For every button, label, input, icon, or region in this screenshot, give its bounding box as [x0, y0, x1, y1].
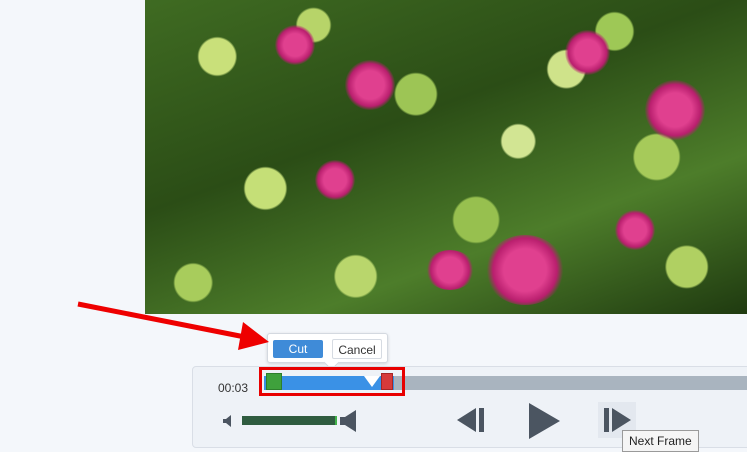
current-time: 00:03 — [218, 381, 249, 395]
video-flower — [345, 60, 395, 110]
previous-frame-icon[interactable] — [457, 408, 485, 432]
video-flower — [645, 80, 705, 140]
next-frame-icon — [604, 408, 631, 432]
volume-slider[interactable] — [242, 416, 337, 425]
video-flower — [615, 210, 655, 250]
speaker-high-icon[interactable] — [340, 410, 358, 432]
cut-button[interactable]: Cut — [273, 340, 323, 358]
cancel-button[interactable]: Cancel — [332, 339, 382, 359]
speaker-low-icon[interactable] — [223, 414, 235, 428]
video-flower — [425, 250, 475, 290]
video-flower — [565, 30, 610, 75]
next-frame-tooltip: Next Frame — [622, 430, 699, 452]
video-frame — [145, 0, 747, 314]
highlight-box — [259, 367, 405, 396]
video-flower — [485, 235, 565, 305]
play-icon[interactable] — [529, 403, 561, 439]
video-flower — [315, 160, 355, 200]
arrow-annotation — [77, 301, 269, 350]
cut-popup: Cut Cancel — [267, 333, 388, 371]
video-flower — [275, 25, 315, 65]
